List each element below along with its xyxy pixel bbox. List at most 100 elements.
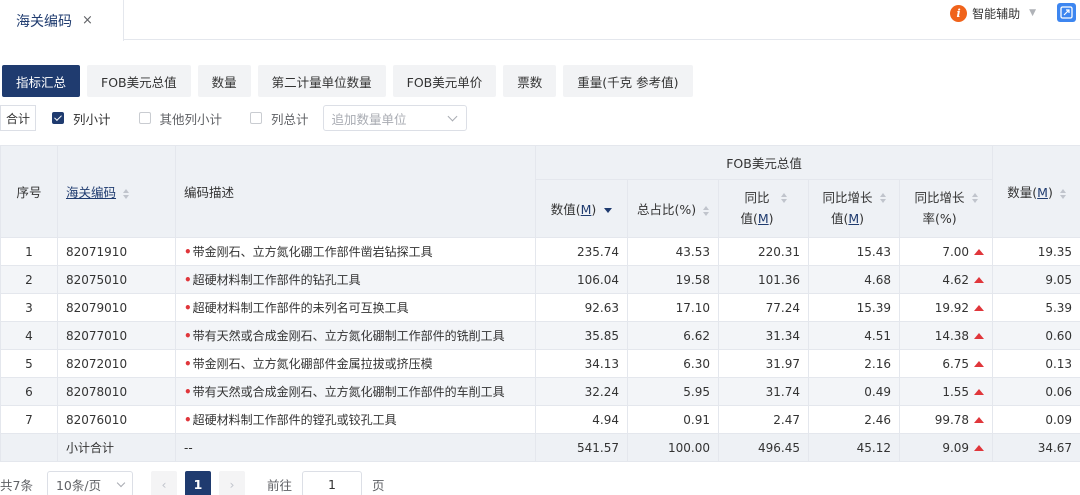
cell-yoy: 31.34	[718, 321, 809, 350]
cell-ratio: 17.10	[627, 293, 719, 322]
header-quantity[interactable]: 数量(M)	[992, 145, 1080, 238]
page-size-select[interactable]: 10条/页	[46, 471, 133, 495]
prev-page-button[interactable]: ‹	[150, 471, 177, 495]
cell-quantity: 0.09	[992, 405, 1080, 434]
header-ratio-label: 总占比(%)	[636, 202, 697, 217]
bullet-icon: •	[184, 245, 192, 259]
tab-customs-code[interactable]: 海关编码 ×	[0, 0, 124, 41]
cell-yoy-rate: 99.78	[898, 405, 994, 434]
smart-assist-button[interactable]: i 智能辅助 ▼	[950, 4, 1036, 22]
cell-value: 34.13	[535, 349, 628, 378]
cell-ratio: 6.62	[627, 321, 719, 350]
metric-summary-button[interactable]: 指标汇总	[2, 65, 81, 97]
cell-yoy-increase: 15.43	[808, 237, 900, 266]
header-yoy-post: )	[768, 210, 774, 226]
header-yoy-increase[interactable]: 同比增长 值(M)	[808, 179, 900, 238]
column-grand-total-checkbox[interactable]: 列总计	[234, 105, 321, 131]
cell-yoy: 31.74	[718, 377, 809, 406]
sort-icon[interactable]	[703, 205, 710, 216]
cell-yoy-rate: 7.00	[898, 237, 994, 266]
metric-quantity-button[interactable]: 数量	[197, 65, 251, 97]
other-column-subtotal-label: 其他列小计	[159, 111, 223, 127]
header-description: 编码描述	[175, 145, 536, 238]
header-customs-code[interactable]: 海关编码	[57, 145, 176, 238]
cell-description-text: 带金刚石、立方氮化硼工作部件凿岩钻探工具	[192, 245, 433, 259]
cell-quantity: 0.13	[992, 349, 1080, 378]
cell-yoy-rate-text: 14.38	[934, 328, 970, 343]
cell-description-text: 带金刚石、立方氮化硼部件金属拉拔或挤压模	[192, 357, 433, 371]
bullet-icon: •	[184, 329, 192, 343]
sort-icon[interactable]	[879, 193, 886, 204]
cell-description: •超硬材料制工作部件的未列名可互换工具	[175, 293, 536, 322]
cell-ratio: 0.91	[627, 405, 719, 434]
cell-code: 82076010	[57, 405, 176, 434]
goto-page-input[interactable]	[301, 471, 362, 495]
cell-yoy-rate-text: 4.62	[942, 272, 970, 287]
column-subtotal-checkbox[interactable]: 列小计	[36, 105, 123, 131]
cell-yoy-rate-text: 19.92	[934, 300, 970, 315]
unit-m-link[interactable]: M	[848, 211, 859, 226]
page-size-value: 10条/页	[55, 477, 102, 493]
cell-value: 32.24	[535, 377, 628, 406]
cell-code: 82078010	[57, 377, 176, 406]
cell-yoy-increase: 15.39	[808, 293, 900, 322]
metric-ticket-count-button[interactable]: 票数	[503, 65, 557, 97]
sort-icon[interactable]	[780, 193, 787, 204]
cell-description: •超硬材料制工作部件的钻孔工具	[175, 265, 536, 294]
smart-assist-label: 智能辅助	[972, 6, 1021, 21]
metric-fob-unit-price-button[interactable]: FOB美元单价	[392, 65, 497, 97]
cell-subtotal-label: 小计合计	[57, 433, 176, 462]
cell-seq: 2	[0, 265, 58, 294]
metric-fob-total-button[interactable]: FOB美元总值	[87, 65, 191, 97]
cell-yoy-increase: 4.68	[808, 265, 900, 294]
total-label: 合计	[0, 105, 36, 131]
cell-ratio: 100.00	[627, 433, 719, 462]
cell-value: 235.74	[535, 237, 628, 266]
header-value[interactable]: 数值(M)	[535, 179, 628, 238]
close-icon[interactable]: ×	[82, 13, 93, 28]
metric-weight-button[interactable]: 重量(千克 参考值)	[563, 65, 693, 97]
chevron-down-icon: ▼	[1029, 8, 1036, 18]
options-row: 合计 列小计 其他列小计 列总计 追加数量单位	[0, 105, 467, 131]
table-row: 6 82078010 •带有天然或合成金刚石、立方氮化硼制工作部件的车削工具 3…	[0, 377, 1080, 406]
window-toggle-button[interactable]	[1057, 3, 1076, 22]
sort-desc-icon[interactable]	[604, 208, 613, 213]
unit-m-link[interactable]: M	[581, 202, 592, 217]
cell-yoy-rate: 4.62	[898, 265, 994, 294]
checkbox-checked-icon	[52, 112, 64, 124]
cell-yoy-increase: 2.46	[808, 405, 900, 434]
cell-yoy-rate-text: 1.55	[942, 384, 970, 399]
cell-yoy-increase: 0.49	[808, 377, 900, 406]
header-yoy[interactable]: 同比 值(M)	[718, 179, 809, 238]
cell-seq: 4	[0, 321, 58, 350]
sort-icon[interactable]	[971, 193, 978, 204]
next-page-button[interactable]: ›	[218, 471, 245, 495]
other-column-subtotal-checkbox[interactable]: 其他列小计	[123, 105, 235, 131]
sort-icon[interactable]	[1059, 188, 1066, 199]
cell-yoy-rate-text: 7.00	[942, 244, 970, 259]
cell-description-text: 带有天然或合成金刚石、立方氮化硼制工作部件的车削工具	[192, 385, 505, 399]
cell-value: 106.04	[535, 265, 628, 294]
unit-m-link[interactable]: M	[758, 211, 769, 226]
header-ratio[interactable]: 总占比(%)	[627, 179, 719, 238]
cell-quantity: 0.60	[992, 321, 1080, 350]
cell-subtotal-description: --	[175, 433, 536, 462]
add-quantity-unit-select[interactable]: 追加数量单位	[322, 105, 467, 131]
table-row: 7 82076010 •超硬材料制工作部件的镗孔或铰孔工具 4.94 0.91 …	[0, 405, 1080, 434]
metric-second-unit-qty-button[interactable]: 第二计量单位数量	[257, 65, 386, 97]
page-number-current[interactable]: 1	[184, 471, 211, 495]
goto-unit-label: 页	[371, 477, 385, 493]
unit-m-link[interactable]: M	[1037, 185, 1048, 200]
bullet-icon: •	[184, 385, 192, 399]
tab-bar: 海关编码 × i 智能辅助 ▼	[0, 0, 1080, 41]
header-quantity-post: )	[1047, 185, 1053, 200]
chevron-down-icon	[116, 478, 126, 487]
sort-icon[interactable]	[123, 188, 129, 199]
cell-yoy-rate: 1.55	[898, 377, 994, 406]
pagination: 共7条 10条/页 ‹ 1 › 前往 页	[0, 471, 384, 495]
cell-yoy-increase: 2.16	[808, 349, 900, 378]
table-row: 4 82077010 •带有天然或合成金刚石、立方氮化硼制工作部件的铣削工具 3…	[0, 321, 1080, 350]
cell-ratio: 19.58	[627, 265, 719, 294]
arrow-up-icon	[974, 388, 985, 395]
header-yoy-rate[interactable]: 同比增长 率(%)	[898, 179, 994, 238]
